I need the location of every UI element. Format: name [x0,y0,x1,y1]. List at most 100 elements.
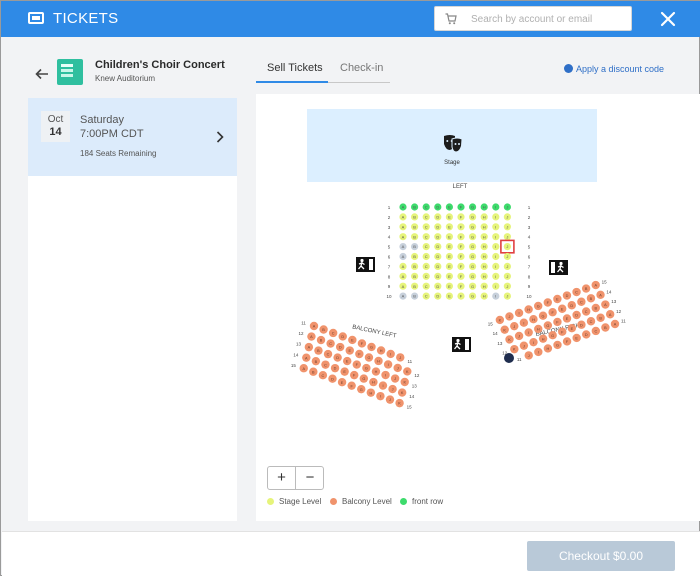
balcony-seat[interactable]: J [505,312,514,321]
balcony-seat[interactable]: A [307,332,316,341]
balcony-seat[interactable]: F [347,381,356,390]
seat[interactable]: G [469,282,477,290]
balcony-seat[interactable]: E [557,304,567,313]
seat[interactable]: J [503,282,511,290]
balcony-seat[interactable]: E [562,314,572,323]
seat[interactable]: G [469,233,477,241]
seat[interactable]: E [445,282,453,290]
balcony-seat[interactable]: C [328,328,338,338]
balcony-seat[interactable]: J [388,384,397,394]
balcony-seat[interactable]: A [591,280,600,290]
seat[interactable]: A [399,252,407,261]
balcony-seat[interactable]: J [510,321,519,331]
exit-bottom-icon[interactable] [452,337,471,352]
seat[interactable]: A [399,213,407,221]
balcony-seat[interactable]: I [381,370,390,380]
seat[interactable]: C [422,292,430,300]
balcony-seat[interactable]: H [543,344,553,353]
zoom-in-button[interactable]: + [268,467,296,489]
balcony-seat[interactable]: F [357,339,367,348]
balcony-seat[interactable]: J [385,395,395,404]
seat[interactable]: A [399,272,407,280]
seat[interactable]: H [480,243,488,251]
balcony-seat[interactable]: B [591,303,600,313]
seat[interactable]: D [434,213,442,221]
seat[interactable]: H [480,203,488,211]
seat[interactable]: H [480,282,488,290]
balcony-seat[interactable]: I [378,381,388,390]
seat[interactable]: J [503,203,511,211]
balcony-seat[interactable]: G [553,340,562,350]
balcony-seat[interactable]: A [596,290,605,299]
balcony-seat[interactable]: B [316,335,326,345]
balcony-seat[interactable]: A [299,364,308,373]
balcony-seat[interactable]: I [529,337,538,347]
seat[interactable]: J [503,223,511,231]
balcony-seat[interactable]: D [328,374,337,383]
seat[interactable]: I [492,243,500,251]
balcony-seat[interactable]: H [524,305,533,314]
balcony-seat[interactable]: D [338,332,347,341]
tab-sell-tickets[interactable]: Sell Tickets [267,62,323,74]
seat[interactable]: H [480,262,488,270]
seat[interactable]: A [399,262,407,270]
seat[interactable]: B [411,282,419,290]
seat[interactable]: J [503,262,511,270]
seat[interactable]: G [469,243,477,251]
balcony-seat[interactable]: D [577,320,586,329]
seat[interactable]: A [399,292,407,300]
balcony-seat[interactable]: E [348,335,357,345]
balcony-seat[interactable]: B [586,294,596,303]
balcony-seat[interactable]: H [534,324,543,334]
chevron-right-icon[interactable] [216,131,224,143]
seat[interactable]: E [445,243,453,251]
balcony-seat[interactable]: G [538,311,548,320]
balcony-seat[interactable]: G [367,342,376,352]
seat[interactable]: F [457,292,465,300]
seat[interactable]: E [445,292,453,300]
balcony-seat[interactable]: A [610,319,620,329]
seat[interactable]: E [445,223,453,231]
seat[interactable]: D [434,292,442,300]
seat[interactable]: F [457,272,465,280]
seat[interactable]: C [422,262,430,270]
balcony-seat[interactable]: K [500,325,509,334]
balcony-seat[interactable]: F [355,349,364,359]
balcony-seat[interactable]: E [343,356,352,366]
seat[interactable]: D [434,243,442,251]
balcony-seat[interactable]: C [572,287,581,297]
balcony-seat[interactable]: G [359,374,369,383]
seat[interactable]: C [422,243,430,251]
balcony-seat[interactable]: I [534,347,543,357]
balcony-seat[interactable]: I [383,360,393,369]
seat[interactable]: I [492,233,500,241]
balcony-seat[interactable]: J [390,374,400,383]
balcony-seat[interactable]: F [562,337,572,346]
balcony-seat[interactable]: G [543,321,553,330]
balcony-seat[interactable]: J [396,353,405,362]
balcony-seat[interactable]: E [345,346,354,355]
balcony-seat[interactable]: A [601,300,610,309]
seat[interactable]: F [457,233,465,241]
balcony-seat[interactable]: F [352,360,361,369]
balcony-seat[interactable]: J [519,341,529,350]
balcony-seat[interactable]: G [364,353,374,362]
seat[interactable]: C [422,233,430,241]
seat[interactable]: H [480,233,488,241]
seat[interactable]: G [469,223,477,231]
seat[interactable]: A [399,282,407,290]
back-arrow-icon[interactable] [35,67,49,81]
balcony-seat[interactable]: J [524,351,533,360]
seat[interactable]: C [422,223,430,231]
date-card[interactable]: Oct 14 Saturday 7:00PM CDT 184 Seats Rem… [28,98,237,176]
seat[interactable]: G [469,262,477,270]
seat[interactable]: B [411,272,419,280]
balcony-seat[interactable]: G [534,301,543,311]
balcony-seat[interactable]: A [304,342,314,352]
balcony-seat[interactable]: I [386,349,395,359]
seat[interactable]: A [399,243,407,251]
seat[interactable]: F [457,203,465,211]
seat[interactable]: G [469,252,477,261]
reserved-seat[interactable] [504,353,514,363]
balcony-seat[interactable]: I [376,391,385,401]
